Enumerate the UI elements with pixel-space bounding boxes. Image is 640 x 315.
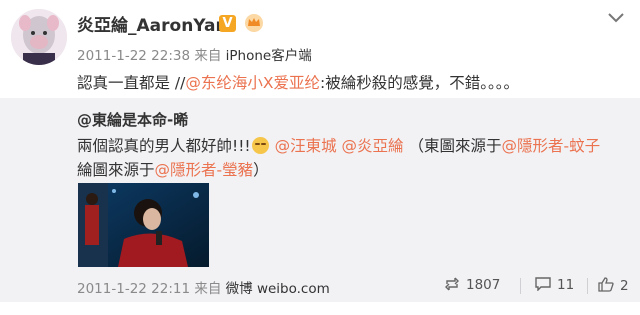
post-source[interactable]: iPhone客户端 [226,48,312,64]
avatar[interactable] [11,9,67,65]
mention-link[interactable]: @汪東城 [275,137,337,155]
chevron-down-icon[interactable] [606,10,626,24]
retweet-photo[interactable] [78,183,209,267]
verified-icon: V [219,15,236,32]
retweet-text-line-1: 兩個認真的男人都好帥!!! @汪東城 @炎亞綸 （東圖來源于@隱形者-蚊子 [77,134,600,156]
comment-button[interactable]: 11 [535,277,574,293]
retweet-paren-text: （東圖來源于 [408,137,502,155]
retweet-close-paren: ） [253,161,269,179]
retweet-source-prefix: 来自 [194,281,222,297]
repost-count: 1807 [466,277,501,293]
repost-icon [445,277,459,291]
post-text-suffix: :被綸秒殺的感覺，不錯。。。。 [320,74,519,92]
divider [587,278,588,294]
photo-image [78,183,209,267]
mention-link[interactable]: @隱形者-蚊子 [502,137,601,155]
retweet-text-2: 綸圖來源于 [77,161,155,179]
author-name[interactable]: 炎亞綸_AaronYan [77,11,228,36]
post-timestamp[interactable]: 2011-1-22 22:38 [77,48,190,64]
retweet-meta: 2011-1-22 22:11 来自 微博 weibo.com [77,277,330,297]
comment-count: 11 [557,277,575,293]
mention-link[interactable]: @炎亞綸 [342,137,404,155]
smile-icon [251,137,269,154]
source-prefix: 来自 [194,48,222,64]
avatar-image [11,9,67,65]
post-text: 認真一直都是 //@东纶海小X爱亚纶:被綸秒殺的感覺，不錯。。。。 [77,71,519,93]
crown-icon [245,14,263,32]
divider [520,278,521,294]
retweet-source[interactable]: 微博 weibo.com [226,281,330,297]
post-meta: 2011-1-22 22:38 来自 iPhone客户端 [77,44,312,64]
comment-icon [535,277,551,292]
retweet-text-line-2: 綸圖來源于@隱形者-瑩豬） [77,158,269,180]
mention-link[interactable]: @隱形者-瑩豬 [155,161,254,179]
like-icon [598,277,614,292]
repost-button[interactable]: 1807 [444,277,500,293]
post-text-prefix: 認真一直都是 // [77,74,186,92]
like-count: 2 [620,278,629,294]
retweet-text: 兩個認真的男人都好帥!!! [77,137,251,155]
mention-link[interactable]: @东纶海小X爱亚纶 [185,74,320,92]
retweet-timestamp[interactable]: 2011-1-22 22:11 [77,281,190,297]
retweet-author[interactable]: @東綸是本命-晞 [77,109,188,130]
like-button[interactable]: 2 [598,277,629,294]
